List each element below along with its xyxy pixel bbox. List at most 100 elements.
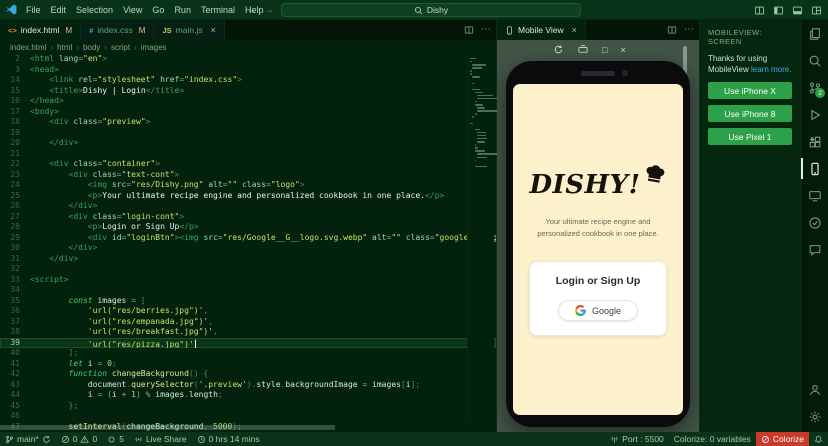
code-line[interactable]: 16 </head>: [0, 96, 496, 107]
code-line[interactable]: 22 <div class="container">: [0, 159, 496, 170]
split-editor-icon[interactable]: [667, 25, 677, 35]
breadcrumb-item[interactable]: images: [141, 43, 167, 52]
code-line[interactable]: 21: [0, 149, 496, 160]
code-line[interactable]: 24 <img src="res/Dishy.png" alt="" class…: [0, 180, 496, 191]
colorize-error-item[interactable]: Colorize: [755, 432, 809, 446]
forward-button[interactable]: →: [264, 5, 274, 16]
code-line[interactable]: 32: [0, 264, 496, 275]
code-line[interactable]: 41 let i = 0;: [0, 359, 496, 370]
menu-item-run[interactable]: Run: [169, 5, 196, 15]
code-line[interactable]: 14 <link rel="stylesheet" href="index.cs…: [0, 75, 496, 86]
code-line[interactable]: 38 'url("res/breakfast.jpg")',: [0, 327, 496, 338]
code-line[interactable]: 26 </div>: [0, 201, 496, 212]
tab-index-css[interactable]: # index.css M: [81, 20, 155, 40]
code-line[interactable]: 29 <div id="loginBtn"><img src="res/Goog…: [0, 233, 496, 244]
horizontal-scrollbar[interactable]: [0, 425, 335, 430]
toggle-panel-icon[interactable]: [792, 5, 803, 16]
close-icon[interactable]: ×: [572, 25, 577, 35]
menu-item-view[interactable]: View: [118, 5, 147, 15]
code-token: "logo": [270, 180, 300, 189]
code-line[interactable]: 31 </div>: [0, 254, 496, 265]
code-editor[interactable]: 2 <html lang="en"> 3 <head> 14 <link rel="st…: [0, 54, 496, 432]
code-line[interactable]: 43 document.querySelector('.preview').st…: [0, 380, 496, 391]
code-line[interactable]: 40 ];: [0, 348, 496, 359]
sidebar-item-run-debug[interactable]: [801, 101, 828, 128]
learn-more-link[interactable]: learn more.: [751, 65, 791, 74]
device-button-use-iphone-x[interactable]: Use iPhone X: [708, 82, 792, 100]
code-line[interactable]: 35 const images = [: [0, 296, 496, 307]
menu-item-go[interactable]: Go: [147, 5, 169, 15]
code-line[interactable]: 42 function changeBackground() {: [0, 369, 496, 380]
git-branch-item[interactable]: main*: [0, 432, 56, 446]
minimap[interactable]: [467, 56, 500, 420]
rotate-device-icon[interactable]: [577, 44, 589, 55]
refresh-icon[interactable]: [553, 44, 564, 55]
tab-mobile-view[interactable]: Mobile View ×: [497, 20, 586, 40]
code-line[interactable]: 25 <p>Your ultimate recipe engine and pe…: [0, 191, 496, 202]
code-line[interactable]: 33 <script>: [0, 275, 496, 286]
modified-indicator[interactable]: M: [139, 26, 146, 35]
code-line[interactable]: 46: [0, 411, 496, 422]
code-line[interactable]: 23 <div class="text-cont">: [0, 170, 496, 181]
split-editor-icon[interactable]: [754, 5, 765, 16]
code-line[interactable]: 27 <div class="login-cont">: [0, 212, 496, 223]
code-line[interactable]: 34: [0, 285, 496, 296]
sidebar-item-comments[interactable]: [801, 236, 828, 263]
code-line[interactable]: 19: [0, 128, 496, 139]
close-preview-icon[interactable]: ×: [620, 45, 625, 55]
tab-index-html[interactable]: <> index.html M: [0, 20, 82, 40]
sidebar-item-testing[interactable]: [801, 209, 828, 236]
sidebar-item-extensions[interactable]: [801, 128, 828, 155]
breadcrumb-item[interactable]: index.html: [10, 43, 46, 52]
code-token: div: [54, 159, 69, 168]
code-line[interactable]: 18 <div class="preview">: [0, 117, 496, 128]
code-line[interactable]: 36 'url("res/berries.jpg")',: [0, 306, 496, 317]
code-line[interactable]: 39 'url("res/pizza.jpg")': [0, 337, 496, 348]
toggle-sidebar-icon[interactable]: [773, 5, 784, 16]
colorize-variables-item[interactable]: Colorize: 0 variables: [669, 432, 756, 446]
sidebar-item-remote-explorer[interactable]: [801, 182, 828, 209]
live-server-port-item[interactable]: Port : 5500: [605, 432, 669, 446]
menu-item-edit[interactable]: Edit: [46, 5, 72, 15]
more-actions-icon[interactable]: ⋯: [684, 25, 694, 35]
sidebar-item-explorer[interactable]: [801, 20, 828, 47]
device-button-use-pixel-1[interactable]: Use Pixel 1: [708, 128, 792, 146]
back-button[interactable]: ←: [247, 5, 257, 16]
split-editor-icon[interactable]: [464, 25, 474, 35]
notifications-bell[interactable]: [809, 432, 828, 446]
problems-item[interactable]: 0 0: [56, 432, 102, 446]
code-line[interactable]: 37 'url("res/empanada.jpg")',: [0, 317, 496, 328]
live-share-item[interactable]: Live Share: [129, 432, 192, 446]
close-icon[interactable]: ×: [211, 25, 216, 35]
code-line[interactable]: 17 <body>: [0, 107, 496, 118]
menu-item-file[interactable]: File: [21, 5, 46, 15]
code-line[interactable]: 44 i = (i + 1) % images.length;: [0, 390, 496, 401]
sidebar-item-search[interactable]: [801, 47, 828, 74]
code-line[interactable]: 2 <html lang="en">: [0, 54, 496, 65]
code-line[interactable]: 20 </div>: [0, 138, 496, 149]
settings-button[interactable]: [801, 403, 828, 430]
more-actions-icon[interactable]: ⋯: [481, 25, 491, 35]
code-line[interactable]: 30 </div>: [0, 243, 496, 254]
status-count-item[interactable]: 5: [102, 432, 129, 446]
breadcrumb-item[interactable]: body: [83, 43, 100, 52]
command-center-search[interactable]: Dishy: [281, 3, 581, 17]
account-button[interactable]: [801, 376, 828, 403]
fit-screen-icon[interactable]: □: [602, 45, 607, 55]
menu-item-terminal[interactable]: Terminal: [196, 5, 240, 15]
time-tracker-item[interactable]: 0 hrs 14 mins: [192, 432, 265, 446]
device-button-use-iphone-8[interactable]: Use iPhone 8: [708, 105, 792, 123]
google-signin-button[interactable]: Google: [557, 300, 639, 322]
code-line[interactable]: 15 <title>Dishy | Login</title>: [0, 86, 496, 97]
sidebar-item-source-control[interactable]: 2: [801, 74, 828, 101]
breadcrumb-item[interactable]: script: [111, 43, 130, 52]
code-line[interactable]: 45 };: [0, 401, 496, 412]
code-line[interactable]: 3 <head>: [0, 65, 496, 76]
sidebar-item-mobile-view[interactable]: [801, 155, 828, 182]
customize-layout-icon[interactable]: [811, 5, 822, 16]
menu-item-selection[interactable]: Selection: [71, 5, 118, 15]
code-line[interactable]: 28 <p>Login or Sign Up</p>: [0, 222, 496, 233]
breadcrumb-item[interactable]: html: [57, 43, 72, 52]
tab-main-js[interactable]: JS main.js ×: [154, 20, 225, 40]
modified-indicator[interactable]: M: [66, 26, 73, 35]
